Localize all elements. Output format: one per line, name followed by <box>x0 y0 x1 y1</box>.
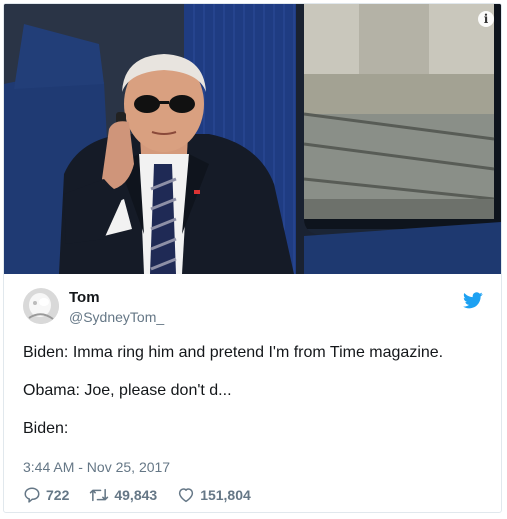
tweet-header: Tom @SydneyTom_ <box>23 288 483 328</box>
avatar[interactable] <box>23 288 59 324</box>
tweet-card: i Tom @SydneyTom_ Biden: Imma ring him a… <box>3 3 502 513</box>
author-handle[interactable]: @SydneyTom_ <box>69 309 164 325</box>
tweet-line: Biden: <box>23 420 69 437</box>
reply-count: 722 <box>46 487 70 503</box>
like-count: 151,804 <box>200 487 251 503</box>
tweet-line: Biden: Imma ring him and pretend I'm fro… <box>23 344 444 361</box>
tweet-text: Biden: Imma ring him and pretend I'm fro… <box>23 343 488 457</box>
like-button[interactable]: 151,804 <box>177 486 251 504</box>
retweet-icon <box>90 488 109 502</box>
tweet-timestamp[interactable]: 3:44 AM - Nov 25, 2017 <box>23 459 170 475</box>
twitter-bird-icon[interactable] <box>463 292 483 309</box>
author-name[interactable]: Tom <box>69 289 100 306</box>
tweet-actions: 722 49,843 151,804 <box>23 485 271 505</box>
tweet-line: Obama: Joe, please don't d... <box>23 382 232 399</box>
tweet-photo[interactable]: i <box>4 4 501 274</box>
info-icon[interactable]: i <box>478 11 494 27</box>
retweet-count: 49,843 <box>114 487 158 503</box>
reply-button[interactable]: 722 <box>23 486 69 504</box>
heart-icon <box>179 488 194 503</box>
reply-icon <box>24 487 40 503</box>
retweet-button[interactable]: 49,843 <box>89 486 157 504</box>
